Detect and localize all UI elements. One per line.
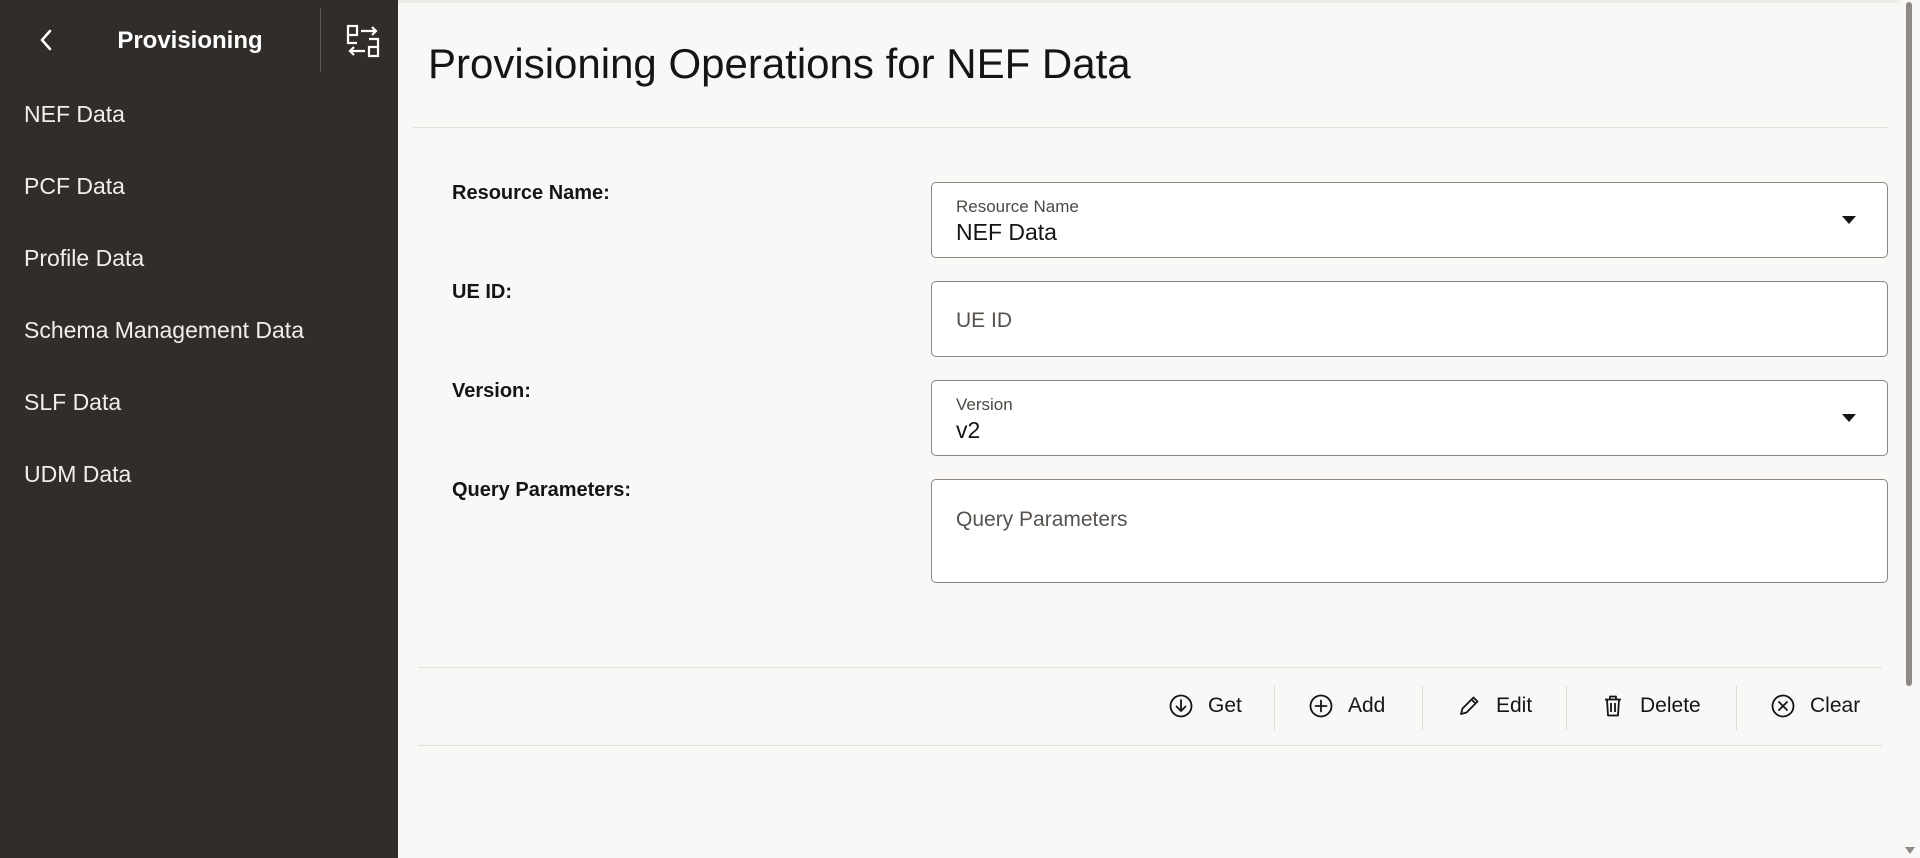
- version-select[interactable]: Version v2: [931, 380, 1888, 456]
- action-separator: [1422, 686, 1423, 730]
- action-toolbar: Get Add Edit Delete Clear: [398, 668, 1900, 745]
- delete-label: Delete: [1640, 694, 1701, 717]
- scrollbar-thumb[interactable]: [1906, 2, 1912, 686]
- ue-id-placeholder: UE ID: [956, 309, 1013, 332]
- page-title: Provisioning Operations for NEF Data: [428, 40, 1131, 87]
- sidebar-nav: NEF Data PCF Data Profile Data Schema Ma…: [0, 78, 398, 510]
- title-divider: [413, 127, 1889, 128]
- resource-name-value: NEF Data: [956, 219, 1057, 245]
- caret-down-icon: [1842, 216, 1856, 224]
- header-divider: [320, 8, 321, 72]
- caret-down-icon: [1842, 414, 1856, 422]
- version-field-label: Version: [956, 395, 1013, 414]
- plus-circle-icon: [1309, 694, 1333, 718]
- actions-bottom-divider: [418, 745, 1882, 746]
- action-separator: [1274, 686, 1275, 730]
- ue-id-input[interactable]: UE ID: [931, 281, 1888, 357]
- version-label: Version:: [452, 380, 531, 402]
- sidebar: Provisioning NEF Data PCF Data Profile D…: [0, 0, 398, 858]
- get-button[interactable]: Get: [1168, 684, 1242, 728]
- back-button[interactable]: [26, 18, 66, 62]
- sidebar-item-pcf-data[interactable]: PCF Data: [0, 150, 398, 222]
- action-separator: [1736, 686, 1737, 730]
- scroll-down-arrow-icon[interactable]: [1905, 847, 1915, 854]
- query-parameters-placeholder: Query Parameters: [956, 508, 1128, 531]
- sidebar-item-schema-management-data[interactable]: Schema Management Data: [0, 294, 398, 366]
- edit-button[interactable]: Edit: [1456, 684, 1532, 728]
- sidebar-header: Provisioning: [0, 0, 398, 82]
- sidebar-item-profile-data[interactable]: Profile Data: [0, 222, 398, 294]
- action-separator: [1566, 686, 1567, 730]
- main-content: Provisioning Operations for NEF Data Res…: [398, 0, 1900, 858]
- sidebar-item-nef-data[interactable]: NEF Data: [0, 78, 398, 150]
- edit-label: Edit: [1496, 694, 1533, 717]
- get-label: Get: [1208, 694, 1242, 717]
- clear-label: Clear: [1810, 694, 1861, 717]
- close-circle-icon: [1771, 694, 1795, 718]
- delete-button[interactable]: Delete: [1600, 684, 1701, 728]
- switch-panels-icon: [346, 24, 380, 58]
- download-circle-icon: [1169, 694, 1193, 718]
- clear-button[interactable]: Clear: [1770, 684, 1860, 728]
- sidebar-title: Provisioning: [117, 27, 263, 54]
- add-button[interactable]: Add: [1308, 684, 1385, 728]
- sidebar-item-udm-data[interactable]: UDM Data: [0, 438, 398, 510]
- resource-name-select[interactable]: Resource Name NEF Data: [931, 182, 1888, 258]
- chevron-left-icon: [40, 29, 52, 51]
- query-parameters-label: Query Parameters:: [452, 479, 631, 501]
- version-value: v2: [956, 417, 981, 443]
- vertical-scrollbar[interactable]: [1900, 0, 1920, 858]
- trash-icon: [1605, 695, 1621, 717]
- resource-name-label: Resource Name:: [452, 182, 610, 204]
- add-label: Add: [1348, 694, 1386, 717]
- query-parameters-textarea[interactable]: Query Parameters: [931, 479, 1888, 583]
- resource-name-field-label: Resource Name: [956, 197, 1079, 216]
- sidebar-item-slf-data[interactable]: SLF Data: [0, 366, 398, 438]
- switch-view-button[interactable]: [340, 18, 386, 64]
- ue-id-label: UE ID:: [452, 281, 512, 303]
- pencil-icon: [1460, 696, 1479, 715]
